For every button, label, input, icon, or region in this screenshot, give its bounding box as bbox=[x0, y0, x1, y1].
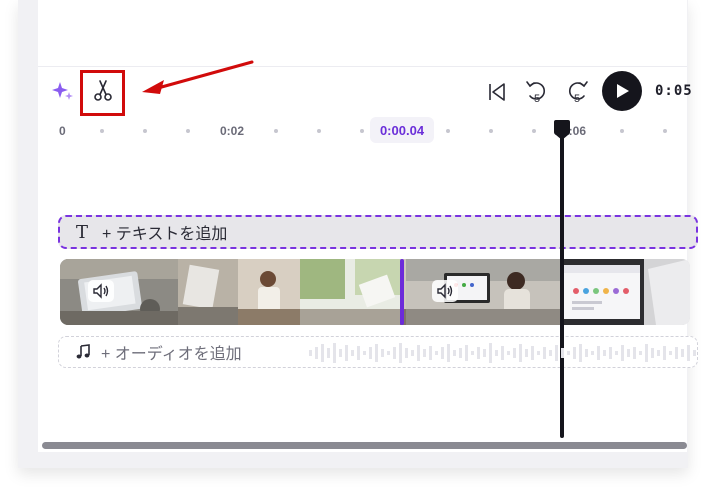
ruler-dot bbox=[143, 129, 147, 133]
ruler-dot bbox=[663, 129, 667, 133]
video-track[interactable] bbox=[60, 259, 690, 325]
ruler-dot bbox=[317, 129, 321, 133]
video-thumbnail bbox=[178, 259, 238, 325]
play-icon bbox=[617, 84, 629, 98]
forward-5-icon: 5 bbox=[569, 81, 588, 105]
ruler-dot bbox=[360, 129, 364, 133]
playhead-line[interactable] bbox=[560, 128, 564, 438]
current-time-indicator: 0:00.04 bbox=[370, 117, 434, 143]
rewind-5-icon: 5 bbox=[526, 81, 545, 105]
speaker-icon bbox=[437, 283, 453, 299]
panel-divider bbox=[38, 66, 687, 67]
svg-text:5: 5 bbox=[574, 93, 580, 105]
audio-waveform bbox=[309, 343, 696, 363]
ruler-dot bbox=[186, 129, 190, 133]
speaker-icon bbox=[93, 283, 109, 299]
clip-volume-button[interactable] bbox=[432, 280, 458, 302]
skip-to-start-button[interactable] bbox=[484, 78, 510, 106]
text-icon: T bbox=[76, 221, 89, 243]
video-thumbnail bbox=[238, 259, 300, 325]
ruler-dot bbox=[620, 129, 624, 133]
annotation-arrow bbox=[142, 60, 254, 94]
ruler-dot bbox=[274, 129, 278, 133]
play-button[interactable] bbox=[602, 71, 642, 111]
text-track-add[interactable]: T + テキストを追加 bbox=[58, 215, 698, 249]
add-audio-label: + オーディオを追加 bbox=[101, 346, 242, 363]
ruler-dot bbox=[446, 129, 450, 133]
add-text-label: + テキストを追加 bbox=[102, 226, 228, 243]
video-thumbnail bbox=[60, 259, 178, 325]
ruler-label-0: 0 bbox=[59, 124, 66, 138]
skip-to-start-icon bbox=[489, 83, 505, 101]
annotation-highlight-box bbox=[80, 70, 125, 116]
video-thumbnail bbox=[406, 259, 560, 325]
video-thumbnail bbox=[560, 259, 690, 325]
ruler-dot bbox=[100, 129, 104, 133]
ruler-dot bbox=[489, 129, 493, 133]
forward-button[interactable]: 5 bbox=[564, 78, 590, 106]
music-note-icon bbox=[76, 344, 90, 359]
time-display: 0:05 bbox=[655, 83, 693, 99]
playhead-handle[interactable] bbox=[551, 119, 573, 141]
rewind-button[interactable]: 5 bbox=[524, 78, 550, 106]
sparkle-icon[interactable] bbox=[52, 80, 74, 102]
clip-split-handle[interactable] bbox=[400, 259, 404, 325]
clip-volume-button[interactable] bbox=[88, 280, 114, 302]
horizontal-scrollbar[interactable] bbox=[42, 442, 687, 449]
audio-track-add[interactable]: + オーディオを追加 bbox=[58, 336, 698, 368]
ruler-dot bbox=[532, 129, 536, 133]
video-thumbnail bbox=[300, 259, 400, 325]
svg-text:5: 5 bbox=[534, 93, 540, 105]
ruler-label-0-02: 0:02 bbox=[220, 124, 245, 138]
